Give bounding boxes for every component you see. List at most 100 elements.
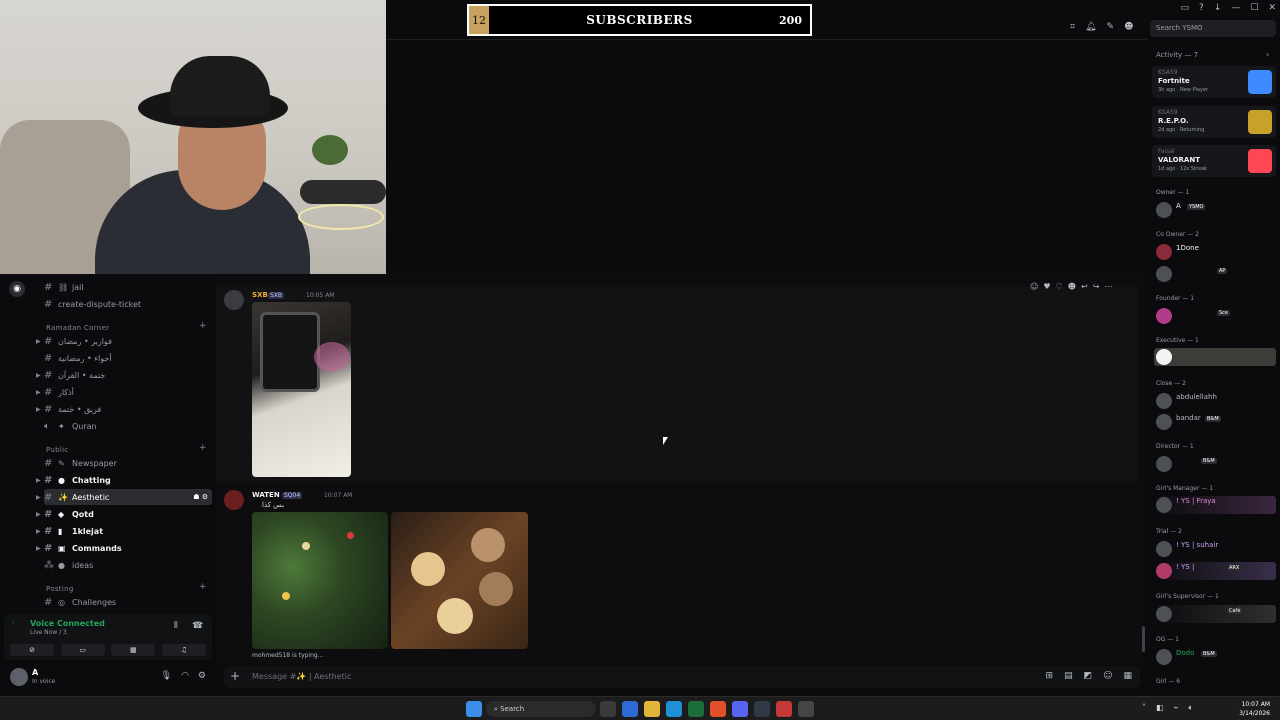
channel-ideas[interactable]: ⁂ ● ideas bbox=[44, 557, 212, 573]
channel-ramadan-5[interactable]: # فريق • ختمة bbox=[44, 401, 212, 417]
channel-ramadan-4[interactable]: # أذكار bbox=[44, 384, 212, 400]
edge-icon[interactable] bbox=[666, 701, 682, 717]
channel-challenges[interactable]: # ◎ Challenges bbox=[44, 594, 212, 610]
chevron-right-icon[interactable]: ▶ bbox=[36, 338, 41, 345]
taskbar-search[interactable]: ⌕ Search bbox=[486, 701, 596, 717]
add-channel-icon[interactable]: + bbox=[199, 443, 207, 453]
message-composer[interactable]: + Message #✨ | Aesthetic ⊞ ▤ ◩ ☺ ▦ bbox=[224, 666, 1140, 688]
add-reaction-icon[interactable]: ☺ bbox=[1030, 282, 1038, 291]
download-icon[interactable]: ↓ bbox=[1214, 3, 1222, 13]
close-icon[interactable]: ✕ bbox=[1268, 3, 1276, 13]
message-input[interactable]: Message #✨ | Aesthetic bbox=[252, 672, 351, 681]
camera-off-button[interactable]: ⊘ bbox=[10, 644, 54, 656]
channel-commands[interactable]: # ▣ Commands bbox=[44, 540, 212, 556]
soundboard-button[interactable]: ♫ bbox=[161, 644, 206, 656]
member-row[interactable]: B&M bbox=[1154, 455, 1276, 473]
react-icon[interactable]: ♡ bbox=[1056, 282, 1063, 291]
voice-status-title[interactable]: Voice Connected bbox=[30, 619, 105, 628]
activity-card[interactable]: KSA59 R.E.P.O. 2d ago · Returning bbox=[1152, 106, 1276, 138]
more-icon[interactable]: ⋯ bbox=[1104, 282, 1112, 291]
channel-ramadan-3[interactable]: # ختمة • القرآن bbox=[44, 367, 212, 383]
sticker-icon[interactable]: ◩ bbox=[1084, 671, 1093, 681]
gear-icon[interactable]: ⚙ bbox=[198, 671, 206, 681]
copilot-icon[interactable] bbox=[622, 701, 638, 717]
gif-icon[interactable]: ▤ bbox=[1064, 671, 1073, 681]
reply-icon[interactable]: ↩ bbox=[1081, 282, 1088, 291]
invite-icon[interactable]: ☗ ⚙ bbox=[193, 493, 208, 501]
chevron-right-icon[interactable]: ▶ bbox=[36, 494, 41, 501]
tray-app-icon[interactable]: ◧ bbox=[1156, 703, 1164, 713]
file-explorer-icon[interactable] bbox=[644, 701, 660, 717]
member-row[interactable]: ! YS | Fraya bbox=[1154, 496, 1276, 514]
apps-icon[interactable]: ▦ bbox=[1123, 671, 1132, 681]
emoji-icon[interactable]: ☺ bbox=[1103, 671, 1112, 681]
bell-icon[interactable]: 🔔︎ bbox=[1085, 22, 1096, 32]
member-row[interactable]: AP bbox=[1154, 265, 1276, 283]
screen-share-button[interactable]: ▭ bbox=[60, 644, 105, 656]
message-author[interactable]: SXB bbox=[252, 291, 268, 299]
chevron-right-icon[interactable]: ▶ bbox=[36, 389, 41, 396]
member-row[interactable]: abdulellahh bbox=[1154, 392, 1276, 410]
activity-card[interactable]: Faisal VALORANT 1d ago · 12x Streak bbox=[1152, 145, 1276, 177]
maximize-icon[interactable]: ☐ bbox=[1250, 3, 1258, 13]
activity-card[interactable]: KSA59 Fortnite 3h ago · New Player bbox=[1152, 66, 1276, 98]
brave-icon[interactable] bbox=[710, 701, 726, 717]
message-image[interactable] bbox=[252, 512, 388, 649]
member-row[interactable]: ! YS | ARX bbox=[1154, 562, 1276, 580]
message-author[interactable]: WATEN bbox=[252, 491, 280, 499]
network-icon[interactable]: ⌁ bbox=[1174, 703, 1179, 713]
threads-icon[interactable]: ⌗ bbox=[1070, 22, 1075, 32]
avatar[interactable] bbox=[224, 490, 244, 510]
member-row[interactable]: Café bbox=[1154, 605, 1276, 623]
minimize-icon[interactable]: — bbox=[1231, 3, 1240, 13]
pin-icon[interactable]: ✎ bbox=[1107, 22, 1115, 32]
voice-channel-quran[interactable]: 🔈︎ ✦ Quran bbox=[44, 418, 212, 434]
member-row[interactable]: Sce bbox=[1154, 307, 1276, 325]
member-row[interactable]: 1Done bbox=[1154, 243, 1276, 261]
capcut-icon[interactable] bbox=[798, 701, 814, 717]
channel-chatting[interactable]: # ● Chatting bbox=[44, 472, 212, 488]
activities-button[interactable]: ▦ bbox=[111, 644, 156, 656]
emoji-icon[interactable]: ☻ bbox=[1068, 282, 1076, 291]
volume-icon[interactable]: 🔈︎ bbox=[1188, 703, 1193, 713]
chevron-up-icon[interactable]: ˄ bbox=[1142, 703, 1146, 713]
channel-1klejat[interactable]: # ▮ 1klejat bbox=[44, 523, 212, 539]
task-view-icon[interactable] bbox=[600, 701, 616, 717]
message-image[interactable] bbox=[252, 302, 351, 477]
category-public[interactable]: Public bbox=[46, 446, 69, 454]
channel-jail[interactable]: # ⛓ jail bbox=[44, 279, 212, 295]
member-row[interactable]: A YSMO bbox=[1154, 201, 1276, 219]
clock[interactable]: 10:07 AM 3/14/2026 bbox=[1239, 700, 1270, 718]
chevron-right-icon[interactable]: ▶ bbox=[36, 528, 41, 535]
inbox-icon[interactable]: ▭ bbox=[1181, 3, 1190, 13]
category-ramadan[interactable]: Ramadan Corner bbox=[46, 324, 109, 332]
member-row[interactable]: bandar B&M bbox=[1154, 413, 1276, 431]
category-posting[interactable]: Posting bbox=[46, 585, 74, 593]
channel-ramadan-1[interactable]: # فوازير • رمضان bbox=[44, 333, 212, 349]
channel-qotd[interactable]: # ◆ Qotd bbox=[44, 506, 212, 522]
attach-icon[interactable]: + bbox=[230, 669, 240, 683]
chevron-right-icon[interactable]: ▶ bbox=[36, 406, 41, 413]
add-channel-icon[interactable]: + bbox=[199, 321, 207, 331]
obs-icon[interactable] bbox=[776, 701, 792, 717]
members-icon[interactable]: ☻ bbox=[1124, 22, 1133, 32]
message-image[interactable] bbox=[391, 512, 528, 649]
channel-newspaper[interactable]: # ✎ Newspaper bbox=[44, 455, 212, 471]
channel-aesthetic[interactable]: # ✨ Aesthetic ☗ ⚙ bbox=[44, 489, 212, 505]
chevron-right-icon[interactable]: ▶ bbox=[36, 477, 41, 484]
server-icon[interactable]: ◉ bbox=[9, 281, 25, 297]
windows-start-icon[interactable] bbox=[466, 701, 482, 717]
chevron-right-icon[interactable]: › bbox=[1266, 50, 1269, 59]
store-icon[interactable] bbox=[688, 701, 704, 717]
chevron-right-icon[interactable]: ▶ bbox=[36, 545, 41, 552]
app-icon[interactable] bbox=[754, 701, 770, 717]
member-row[interactable]: ! YS | suhair bbox=[1154, 540, 1276, 558]
disconnect-icon[interactable]: ☎ bbox=[192, 621, 203, 631]
forward-icon[interactable]: ↪ bbox=[1093, 282, 1100, 291]
channel-ramadan-2[interactable]: # أجواء • رمضانية bbox=[44, 350, 212, 366]
chevron-right-icon[interactable]: ▶ bbox=[36, 511, 41, 518]
headphones-icon[interactable]: ◠ bbox=[181, 671, 189, 681]
gift-icon[interactable]: ⊞ bbox=[1046, 671, 1054, 681]
avatar[interactable] bbox=[224, 290, 244, 310]
channel-create-dispute-ticket[interactable]: # create-dispute-ticket bbox=[44, 296, 212, 312]
